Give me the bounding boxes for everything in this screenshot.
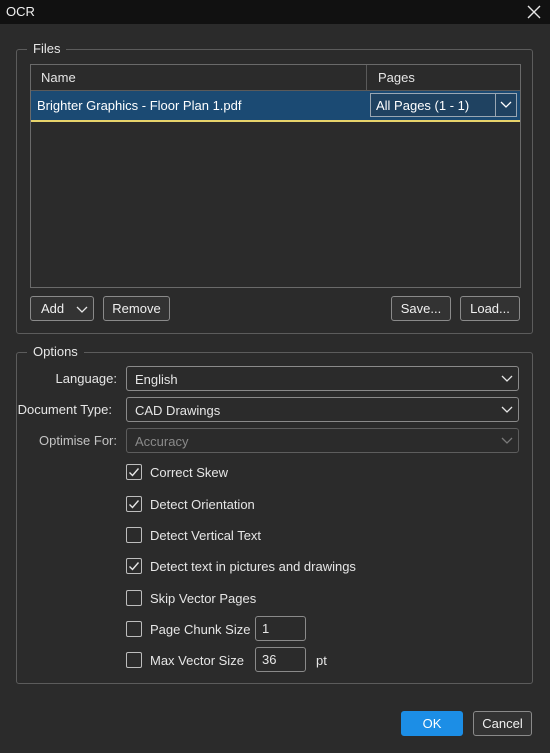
column-header-name[interactable]: Name [41, 70, 76, 85]
chevron-down-icon [501, 406, 513, 413]
skip-vector-pages-label: Skip Vector Pages [150, 591, 257, 606]
max-vector-size-label: Max Vector Size [150, 653, 244, 668]
pages-range-dropdown[interactable]: All Pages (1 - 1) [370, 93, 517, 117]
chevron-down-icon [501, 375, 513, 382]
add-button[interactable]: Add [30, 296, 94, 321]
page-chunk-size-checkbox[interactable] [126, 621, 142, 637]
remove-button-label: Remove [112, 301, 161, 316]
pages-range-value: All Pages (1 - 1) [376, 98, 470, 113]
chevron-down-icon [76, 306, 88, 313]
document-type-dropdown[interactable]: CAD Drawings [126, 397, 519, 422]
files-list-header: Name Pages [31, 65, 520, 91]
load-button[interactable]: Load... [460, 296, 520, 321]
detect-vertical-text-checkbox[interactable] [126, 527, 142, 543]
title-bar: OCR [0, 0, 550, 24]
detect-orientation-checkbox[interactable] [126, 496, 142, 512]
max-vector-size-checkbox[interactable] [126, 652, 142, 668]
files-group-label: Files [27, 41, 67, 57]
files-group: Files Name Pages Brighter Graphics - Flo… [16, 41, 533, 334]
cancel-button-label: Cancel [482, 716, 523, 731]
remove-button[interactable]: Remove [103, 296, 170, 321]
close-icon[interactable] [526, 4, 542, 20]
options-group-label: Options [27, 344, 84, 360]
detect-text-in-pictures-label: Detect text in pictures and drawings [150, 559, 356, 574]
language-label: Language: [55, 371, 117, 386]
max-vector-size-input[interactable] [255, 647, 306, 672]
checkmark-icon [129, 468, 140, 477]
correct-skew-label: Correct Skew [150, 465, 229, 480]
cancel-button[interactable]: Cancel [473, 711, 532, 736]
correct-skew-checkbox[interactable] [126, 464, 142, 480]
file-name: Brighter Graphics - Floor Plan 1.pdf [37, 98, 242, 113]
max-vector-size-unit: pt [316, 653, 327, 668]
language-value: English [135, 372, 178, 387]
add-button-label: Add [41, 301, 65, 316]
dropdown-separator [495, 94, 496, 116]
detect-text-in-pictures-checkbox[interactable] [126, 558, 142, 574]
file-row[interactable]: Brighter Graphics - Floor Plan 1.pdf All… [31, 91, 520, 122]
document-type-value: CAD Drawings [135, 403, 221, 418]
document-type-label: Document Type: [17, 402, 112, 417]
page-chunk-size-label: Page Chunk Size [150, 622, 251, 637]
detect-orientation-label: Detect Orientation [150, 497, 255, 512]
ok-button[interactable]: OK [401, 711, 463, 736]
column-header-pages[interactable]: Pages [378, 70, 415, 85]
ok-button-label: OK [422, 716, 442, 731]
skip-vector-pages-checkbox[interactable] [126, 590, 142, 606]
load-button-label: Load... [470, 301, 510, 316]
optimise-for-label: Optimise For: [38, 433, 117, 448]
page-chunk-size-input[interactable] [255, 616, 306, 641]
files-list[interactable]: Name Pages Brighter Graphics - Floor Pla… [30, 64, 521, 288]
chevron-down-icon [500, 101, 512, 108]
save-button[interactable]: Save... [391, 296, 451, 321]
detect-vertical-text-label: Detect Vertical Text [150, 528, 262, 543]
chevron-down-icon [501, 437, 513, 444]
checkmark-icon [129, 500, 140, 509]
optimise-for-value: Accuracy [135, 434, 189, 449]
column-divider[interactable] [366, 65, 367, 91]
window-title: OCR [6, 4, 35, 19]
optimise-for-dropdown[interactable]: Accuracy [126, 428, 519, 453]
language-dropdown[interactable]: English [126, 366, 519, 391]
checkmark-icon [129, 562, 140, 571]
save-button-label: Save... [400, 301, 442, 316]
